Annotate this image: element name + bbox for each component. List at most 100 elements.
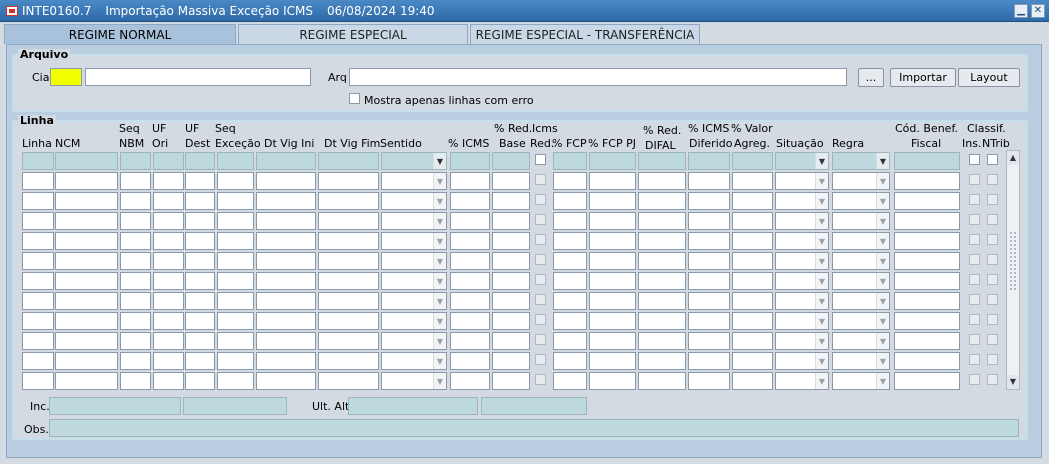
fcp-cell[interactable] <box>553 292 587 310</box>
ntrib-checkbox[interactable] <box>987 154 998 165</box>
ntrib-checkbox[interactable] <box>987 314 998 325</box>
dt-vig-fim-cell[interactable] <box>318 312 379 330</box>
red-difal-cell[interactable] <box>638 372 686 390</box>
icms-cell[interactable] <box>450 172 490 190</box>
chevron-down-icon[interactable]: ▼ <box>433 313 446 329</box>
icms-cell[interactable] <box>450 252 490 270</box>
regra-select[interactable]: ▼ <box>832 172 890 190</box>
seq-excecao-cell[interactable] <box>217 272 254 290</box>
sentido-select[interactable]: ▼ <box>381 252 447 270</box>
ncm-cell[interactable] <box>55 292 118 310</box>
chevron-down-icon[interactable]: ▼ <box>876 253 889 269</box>
ntrib-checkbox[interactable] <box>987 254 998 265</box>
icms-red-checkbox[interactable] <box>535 214 546 225</box>
uf-ori-cell[interactable] <box>153 212 184 230</box>
dt-vig-ini-cell[interactable] <box>256 372 316 390</box>
ncm-cell[interactable] <box>55 372 118 390</box>
dt-vig-fim-cell[interactable] <box>318 292 379 310</box>
seq-excecao-cell[interactable] <box>217 372 254 390</box>
red-difal-cell[interactable] <box>638 152 686 170</box>
situacao-select[interactable]: ▼ <box>775 172 829 190</box>
ntrib-checkbox[interactable] <box>987 194 998 205</box>
icms-diferido-cell[interactable] <box>688 292 730 310</box>
sentido-select[interactable]: ▼ <box>381 272 447 290</box>
linha-cell[interactable] <box>22 352 54 370</box>
chevron-down-icon[interactable]: ▼ <box>433 173 446 189</box>
linha-cell[interactable] <box>22 192 54 210</box>
seq-excecao-cell[interactable] <box>217 172 254 190</box>
icms-red-checkbox[interactable] <box>535 354 546 365</box>
uf-ori-cell[interactable] <box>153 252 184 270</box>
icms-cell[interactable] <box>450 212 490 230</box>
dt-vig-ini-cell[interactable] <box>256 312 316 330</box>
ntrib-checkbox[interactable] <box>987 334 998 345</box>
uf-dest-cell[interactable] <box>185 252 215 270</box>
scroll-grip[interactable] <box>1009 231 1017 291</box>
chevron-down-icon[interactable]: ▼ <box>433 233 446 249</box>
red-base-cell[interactable] <box>492 332 530 350</box>
ncm-cell[interactable] <box>55 192 118 210</box>
ins-checkbox[interactable] <box>969 334 980 345</box>
situacao-select[interactable]: ▼ <box>775 232 829 250</box>
dt-vig-fim-cell[interactable] <box>318 372 379 390</box>
dt-vig-fim-cell[interactable] <box>318 212 379 230</box>
red-base-cell[interactable] <box>492 372 530 390</box>
icms-cell[interactable] <box>450 232 490 250</box>
red-difal-cell[interactable] <box>638 312 686 330</box>
seq-nbm-cell[interactable] <box>120 292 151 310</box>
linha-cell[interactable] <box>22 212 54 230</box>
tab-regime-especial[interactable]: REGIME ESPECIAL <box>238 24 468 44</box>
icms-diferido-cell[interactable] <box>688 352 730 370</box>
dt-vig-ini-cell[interactable] <box>256 212 316 230</box>
cod-benef-cell[interactable] <box>894 232 960 250</box>
fcp-cell[interactable] <box>553 252 587 270</box>
icms-diferido-cell[interactable] <box>688 212 730 230</box>
situacao-select[interactable]: ▼ <box>775 352 829 370</box>
red-base-cell[interactable] <box>492 252 530 270</box>
seq-excecao-cell[interactable] <box>217 212 254 230</box>
uf-dest-cell[interactable] <box>185 292 215 310</box>
chevron-down-icon[interactable]: ▼ <box>433 373 446 389</box>
fcp-pj-cell[interactable] <box>589 312 636 330</box>
seq-nbm-cell[interactable] <box>120 372 151 390</box>
obs-field[interactable] <box>49 419 1019 437</box>
situacao-select[interactable]: ▼ <box>775 312 829 330</box>
dt-vig-ini-cell[interactable] <box>256 252 316 270</box>
chevron-down-icon[interactable]: ▼ <box>876 373 889 389</box>
dt-vig-ini-cell[interactable] <box>256 292 316 310</box>
chevron-down-icon[interactable]: ▼ <box>815 173 828 189</box>
chevron-down-icon[interactable]: ▼ <box>815 353 828 369</box>
fcp-cell[interactable] <box>553 332 587 350</box>
valor-agreg-cell[interactable] <box>732 372 773 390</box>
ntrib-checkbox[interactable] <box>987 214 998 225</box>
chevron-down-icon[interactable]: ▼ <box>876 313 889 329</box>
situacao-select[interactable]: ▼ <box>775 152 829 170</box>
icms-red-checkbox[interactable] <box>535 294 546 305</box>
tab-regime-normal[interactable]: REGIME NORMAL <box>4 24 236 44</box>
seq-excecao-cell[interactable] <box>217 232 254 250</box>
scroll-down-arrow-icon[interactable]: ▼ <box>1007 375 1019 389</box>
regra-select[interactable]: ▼ <box>832 312 890 330</box>
regra-select[interactable]: ▼ <box>832 272 890 290</box>
uf-dest-cell[interactable] <box>185 312 215 330</box>
fcp-cell[interactable] <box>553 272 587 290</box>
fcp-pj-cell[interactable] <box>589 332 636 350</box>
situacao-select[interactable]: ▼ <box>775 212 829 230</box>
icms-diferido-cell[interactable] <box>688 252 730 270</box>
red-base-cell[interactable] <box>492 352 530 370</box>
chevron-down-icon[interactable]: ▼ <box>876 153 889 169</box>
fcp-pj-cell[interactable] <box>589 292 636 310</box>
icms-diferido-cell[interactable] <box>688 172 730 190</box>
red-difal-cell[interactable] <box>638 232 686 250</box>
situacao-select[interactable]: ▼ <box>775 372 829 390</box>
chevron-down-icon[interactable]: ▼ <box>876 273 889 289</box>
red-base-cell[interactable] <box>492 272 530 290</box>
seq-excecao-cell[interactable] <box>217 292 254 310</box>
uf-dest-cell[interactable] <box>185 232 215 250</box>
icms-red-checkbox[interactable] <box>535 234 546 245</box>
icms-cell[interactable] <box>450 272 490 290</box>
valor-agreg-cell[interactable] <box>732 352 773 370</box>
icms-cell[interactable] <box>450 352 490 370</box>
uf-ori-cell[interactable] <box>153 232 184 250</box>
regra-select[interactable]: ▼ <box>832 212 890 230</box>
